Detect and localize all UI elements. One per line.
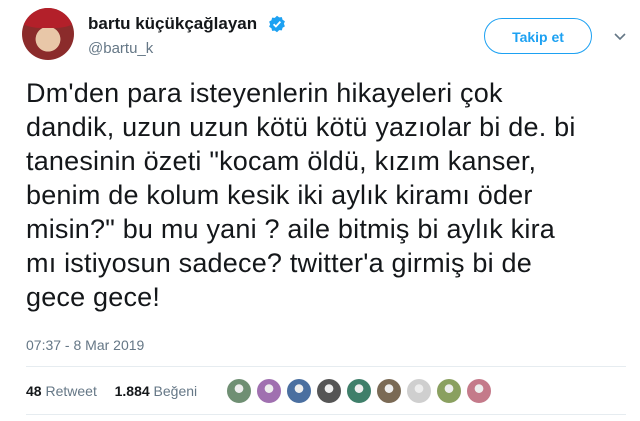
tweet-text-line: dandik, uzun uzun kötü kötü yazıolar bi …	[26, 112, 576, 142]
liker-avatar[interactable]	[226, 378, 252, 404]
divider	[26, 366, 626, 367]
like-count[interactable]: 1.884	[115, 383, 150, 399]
tweet-text-line: gece gece!	[26, 282, 161, 312]
liker-avatar[interactable]	[376, 378, 402, 404]
tweet-text-line: mı istiyosun sadece? twitter'a girmiş bi…	[26, 248, 532, 278]
retweet-label[interactable]: Retweet	[45, 383, 96, 399]
author-info: bartu küçükçağlayan @bartu_k	[88, 14, 286, 57]
retweet-count[interactable]: 48	[26, 383, 42, 399]
liker-avatar[interactable]	[316, 378, 342, 404]
tweet-text-line: benim de kolum kesik iki aylık kiramı öd…	[26, 180, 533, 210]
liker-avatar[interactable]	[346, 378, 372, 404]
divider	[26, 414, 626, 415]
tweet-header: bartu küçükçağlayan @bartu_k Takip et	[22, 8, 626, 64]
liker-avatar[interactable]	[466, 378, 492, 404]
tweet-text-line: Dm'den para isteyenlerin hikayeleri çok	[26, 78, 503, 108]
like-label[interactable]: Beğeni	[154, 383, 198, 399]
verified-badge-icon	[268, 15, 285, 33]
liker-avatar[interactable]	[286, 378, 312, 404]
tweet-text-line: tanesinin özeti "kocam öldü, kızım kanse…	[26, 146, 537, 176]
likers-avatars	[226, 378, 496, 406]
tweet-text: Dm'den para isteyenlerin hikayeleri çok …	[26, 76, 626, 314]
liker-avatar[interactable]	[256, 378, 282, 404]
liker-avatar[interactable]	[436, 378, 462, 404]
author-handle[interactable]: @bartu_k	[88, 40, 286, 57]
follow-button[interactable]: Takip et	[484, 18, 592, 54]
author-avatar[interactable]	[22, 8, 74, 60]
liker-avatar[interactable]	[406, 378, 432, 404]
tweet-text-line: misin?" bu mu yani ? aile bitmiş bi aylı…	[26, 214, 555, 244]
tweet-timestamp[interactable]: 07:37 - 8 Mar 2019	[26, 337, 144, 353]
chevron-down-icon[interactable]	[612, 28, 628, 44]
author-display-name[interactable]: bartu küçükçağlayan	[88, 14, 257, 34]
tweet-stats: 48 Retweet 1.884 Beğeni	[26, 383, 197, 399]
